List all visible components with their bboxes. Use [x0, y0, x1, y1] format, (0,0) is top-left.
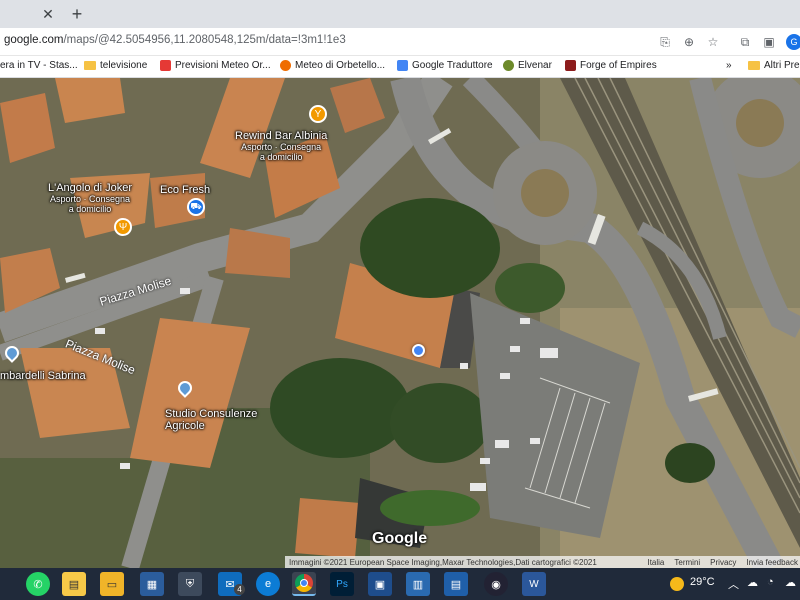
- store-icon[interactable]: ▣: [368, 572, 392, 596]
- taskbar-app-icon[interactable]: ▤: [444, 572, 468, 596]
- desktop-app-icon[interactable]: ▦: [140, 572, 164, 596]
- word-icon[interactable]: W: [522, 572, 546, 596]
- cloud-icon[interactable]: ☁: [747, 576, 758, 589]
- place-sub: Asporto · Consegna: [50, 194, 131, 204]
- bookmarks-bar: era in TV - Stas... televisione Previsio…: [0, 56, 800, 78]
- country-link[interactable]: Italia: [647, 558, 664, 567]
- bookmark-label: televisione: [100, 60, 148, 71]
- photoshop-icon[interactable]: Ps: [330, 572, 354, 596]
- security-shield-icon[interactable]: ⛨: [178, 572, 202, 596]
- place-label-studio-consulenze[interactable]: Studio Consulenze Agricole: [165, 408, 257, 432]
- url-host: google.com: [4, 34, 64, 46]
- extensions-icon[interactable]: ⧉: [736, 33, 754, 51]
- meteo-icon: [160, 60, 171, 71]
- install-app-icon[interactable]: ⎘: [656, 33, 674, 51]
- wifi-icon[interactable]: ◔: [767, 576, 774, 588]
- google-logo: Google: [372, 530, 428, 547]
- bookmark-item[interactable]: Meteo di Orbetello...: [280, 60, 385, 71]
- forge-icon: [565, 60, 576, 71]
- url-path: /maps/@42.5054956,11.2080548,125m/data=!…: [63, 34, 346, 46]
- tab-strip: ✕ +: [0, 0, 800, 28]
- place-name: Agricole: [165, 420, 205, 432]
- shopping-cart-marker-icon[interactable]: ⛟: [187, 198, 205, 216]
- place-name: Studio Consulenze: [165, 408, 258, 420]
- restaurant-marker-icon[interactable]: Ψ: [114, 218, 132, 236]
- bookmark-label: Previsioni Meteo Or...: [175, 60, 271, 71]
- place-sub: Asporto · Consegna: [241, 142, 322, 152]
- translate-icon: [397, 60, 408, 71]
- bookmark-item[interactable]: Forge of Empires: [565, 60, 657, 71]
- new-tab-button[interactable]: +: [66, 3, 88, 25]
- bar-marker-icon[interactable]: Y: [309, 105, 327, 123]
- bookmark-label: Altri Pre: [764, 60, 800, 71]
- bookmark-label: Meteo di Orbetello...: [295, 60, 386, 71]
- privacy-link[interactable]: Privacy: [710, 558, 736, 567]
- bookmark-label: era in TV - Stas...: [0, 60, 78, 71]
- bookmark-item[interactable]: era in TV - Stas...: [0, 60, 78, 71]
- other-bookmarks-folder[interactable]: Altri Pre: [748, 60, 800, 71]
- map-footer: Immagini ©2021 European Space Imaging,Ma…: [285, 556, 800, 568]
- file-explorer-icon[interactable]: ▭: [100, 572, 124, 596]
- sticky-notes-icon[interactable]: ▤: [62, 572, 86, 596]
- bookmark-star-icon[interactable]: ☆: [704, 33, 722, 51]
- temperature[interactable]: 29°C: [690, 576, 715, 588]
- place-name: L'Angolo di Joker: [48, 182, 133, 194]
- zoom-icon[interactable]: ⊕: [680, 33, 698, 51]
- place-label-bardelli-sabrina[interactable]: mbardelli Sabrina: [0, 370, 86, 382]
- edge-browser-icon[interactable]: e: [256, 572, 280, 596]
- terms-link[interactable]: Termini: [674, 558, 700, 567]
- calendar-icon[interactable]: ▥: [406, 572, 430, 596]
- bookmark-folder[interactable]: televisione: [84, 60, 147, 71]
- place-label-eco-fresh[interactable]: Eco Fresh: [160, 184, 210, 196]
- chevron-up-icon[interactable]: ︿: [728, 576, 739, 592]
- more-bookmarks-button[interactable]: »: [726, 60, 732, 71]
- satellite-imagery: [0, 78, 800, 568]
- bookmark-item[interactable]: Elvenar: [503, 60, 552, 71]
- meteo-icon: [280, 60, 291, 71]
- place-sub: a domicilio: [259, 152, 303, 162]
- browser-toolbar: google.com/maps/@42.5054956,11.2080548,1…: [0, 28, 800, 56]
- address-bar[interactable]: google.com/maps/@42.5054956,11.2080548,1…: [4, 34, 346, 46]
- cloud-icon[interactable]: ☁: [785, 576, 796, 589]
- weather-sun-icon[interactable]: [670, 577, 684, 591]
- folder-icon: [748, 61, 760, 70]
- close-tab-icon[interactable]: ✕: [38, 4, 58, 24]
- bookmark-label: Google Traduttore: [412, 60, 493, 71]
- place-name: Rewind Bar Albinia: [235, 130, 328, 142]
- map-attribution: Immagini ©2021 European Space Imaging,Ma…: [289, 557, 597, 567]
- bookmark-label: Forge of Empires: [580, 60, 657, 71]
- taskbar-app-icon[interactable]: ◉: [484, 572, 508, 596]
- my-location-marker[interactable]: [412, 344, 425, 357]
- feedback-link[interactable]: Invia feedback: [746, 558, 798, 567]
- profile-avatar[interactable]: G: [786, 34, 800, 50]
- whatsapp-icon[interactable]: ✆: [26, 572, 50, 596]
- place-sub: a domicilio: [68, 204, 112, 214]
- elvenar-icon: [503, 60, 514, 71]
- place-label-rewind-bar[interactable]: Rewind Bar Albinia Asporto · Consegna a …: [235, 130, 327, 162]
- chrome-browser-icon[interactable]: [292, 572, 316, 596]
- bookmark-item[interactable]: Previsioni Meteo Or...: [160, 60, 271, 71]
- place-label-angolo-joker[interactable]: L'Angolo di Joker Asporto · Consegna a d…: [48, 182, 132, 214]
- windows-taskbar: ✆ ▤ ▭ ▦ ⛨ ✉ 4 e Ps ▣ ▥ ▤ ◉ W 29°C ︿ ☁ ◔ …: [0, 568, 800, 600]
- bookmark-label: Elvenar: [518, 60, 552, 71]
- folder-icon: [84, 61, 96, 70]
- chevron-right-icon: »: [726, 60, 732, 71]
- media-icon[interactable]: ▣: [760, 33, 778, 51]
- bookmark-item[interactable]: Google Traduttore: [397, 60, 493, 71]
- satellite-map[interactable]: Y Rewind Bar Albinia Asporto · Consegna …: [0, 78, 800, 568]
- mail-badge: 4: [234, 584, 245, 595]
